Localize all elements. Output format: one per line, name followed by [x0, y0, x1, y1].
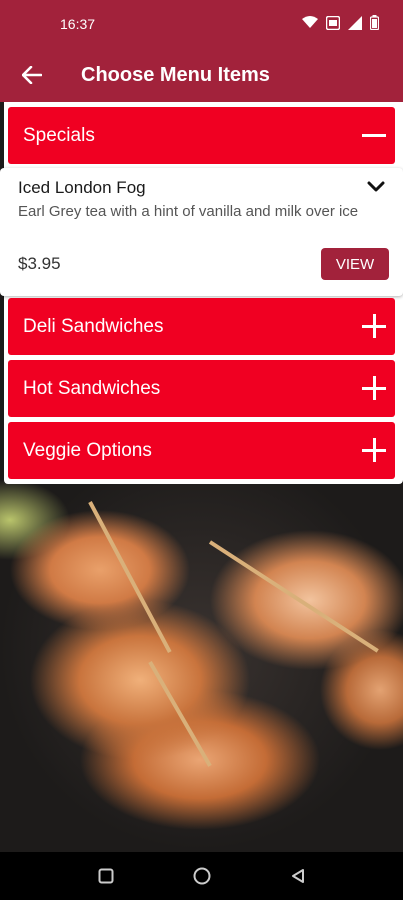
item-price: $3.95: [18, 254, 61, 273]
category-header-specials[interactable]: Specials: [8, 107, 395, 164]
status-bar: 16:37: [0, 0, 403, 48]
category-header-veggie-options[interactable]: Veggie Options: [8, 422, 395, 479]
plus-icon[interactable]: [359, 436, 389, 466]
category-header-deli-sandwiches[interactable]: Deli Sandwiches: [8, 298, 395, 355]
back-button[interactable]: [0, 48, 64, 102]
status-icons: [302, 15, 380, 33]
item-description: Earl Grey tea with a hint of vanilla and…: [18, 203, 359, 220]
signal-icon: [348, 15, 362, 33]
category-label: Veggie Options: [23, 439, 152, 461]
chevron-down-icon[interactable]: [367, 180, 385, 194]
menu-item-card[interactable]: Iced London Fog Earl Grey tea with a hin…: [0, 168, 403, 296]
view-button[interactable]: VIEW: [321, 248, 389, 280]
nfc-icon: [325, 15, 341, 33]
category-header-hot-sandwiches[interactable]: Hot Sandwiches: [8, 360, 395, 417]
arrow-left-icon: [22, 66, 42, 84]
minus-icon[interactable]: [359, 121, 389, 151]
app-bar: Choose Menu Items: [0, 48, 403, 102]
recents-square-icon[interactable]: [95, 865, 117, 887]
plus-icon[interactable]: [359, 374, 389, 404]
system-nav-bar: [0, 852, 403, 900]
home-circle-icon[interactable]: [191, 865, 213, 887]
item-name: Iced London Fog: [18, 178, 146, 197]
category-label: Hot Sandwiches: [23, 377, 161, 399]
plus-icon[interactable]: [359, 312, 389, 342]
status-time: 16:37: [60, 16, 96, 32]
battery-icon: [369, 15, 380, 33]
back-triangle-icon[interactable]: [287, 865, 309, 887]
category-label: Specials: [23, 124, 95, 146]
wifi-icon: [302, 16, 318, 32]
page-title: Choose Menu Items: [81, 63, 270, 86]
category-label: Deli Sandwiches: [23, 315, 164, 337]
